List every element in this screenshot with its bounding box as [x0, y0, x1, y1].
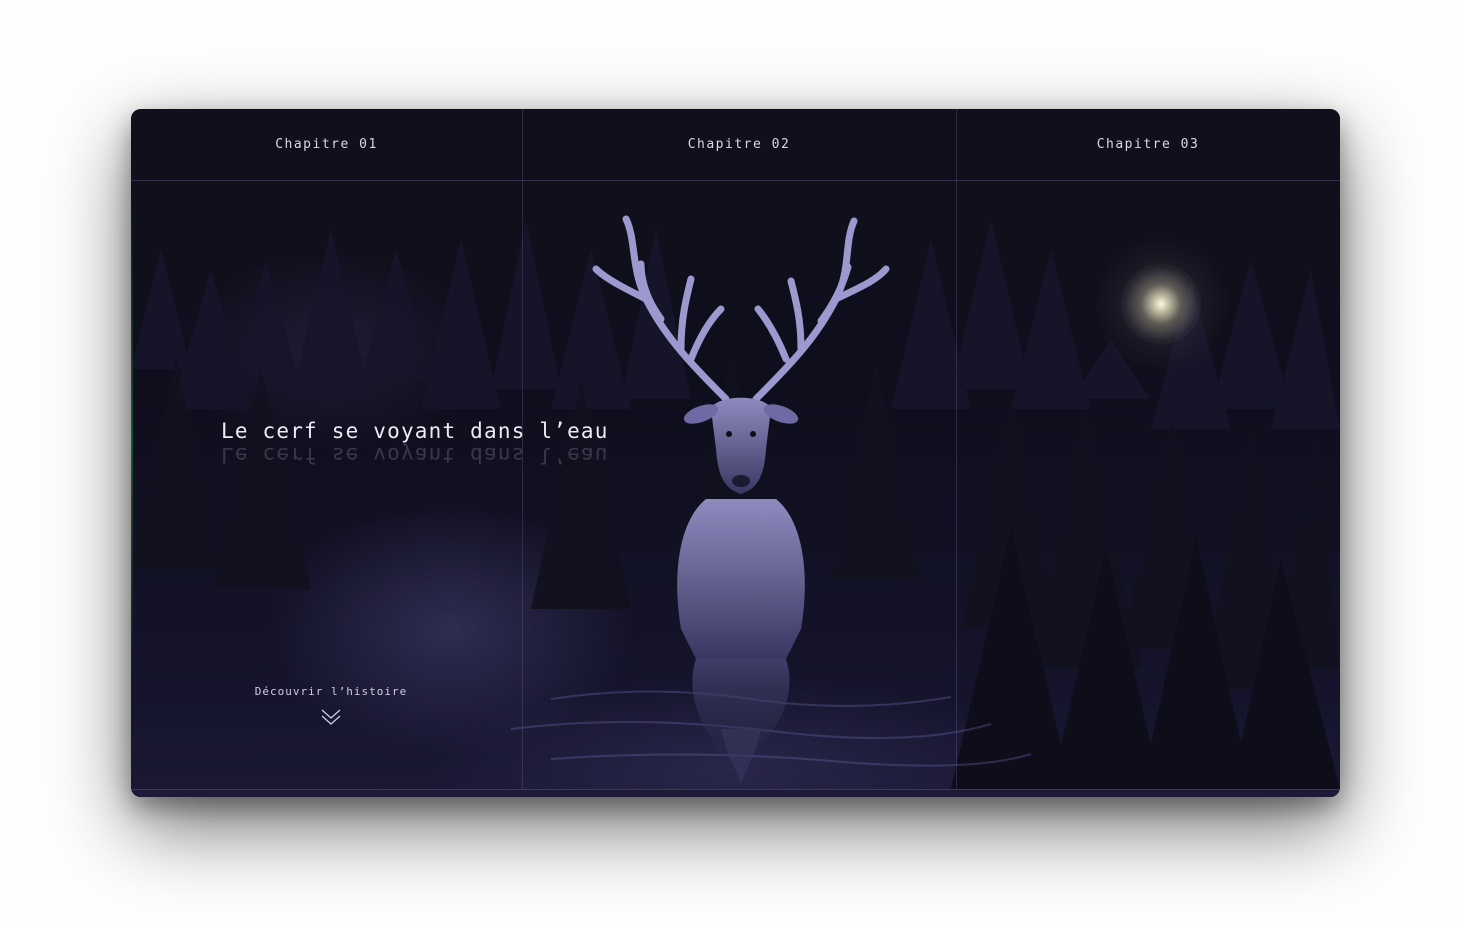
chapter-nav: Chapitre 01 Chapitre 02 Chapitre 03	[131, 109, 1340, 181]
edge-highlight	[131, 189, 133, 689]
nav-chapter-01[interactable]: Chapitre 01	[131, 109, 522, 180]
column-divider	[956, 109, 957, 789]
discover-story-label: Découvrir l’histoire	[254, 685, 408, 698]
bottom-bar	[131, 789, 1340, 797]
double-chevron-down-icon[interactable]	[320, 708, 342, 726]
page-backdrop: Chapitre 01 Chapitre 02 Chapitre 03 Le c…	[0, 0, 1461, 927]
nav-chapter-02[interactable]: Chapitre 02	[522, 109, 956, 180]
story-title: Le cerf se voyant dans l’eau	[221, 419, 609, 443]
discover-story-link[interactable]: Découvrir l’histoire	[231, 685, 431, 726]
moon-icon	[1121, 264, 1201, 344]
stag-icon	[592, 215, 890, 784]
nav-chapter-03[interactable]: Chapitre 03	[956, 109, 1340, 180]
website-window: Chapitre 01 Chapitre 02 Chapitre 03 Le c…	[131, 109, 1340, 797]
story-title-reflection: Le cerf se voyant dans l’eau	[221, 443, 609, 467]
